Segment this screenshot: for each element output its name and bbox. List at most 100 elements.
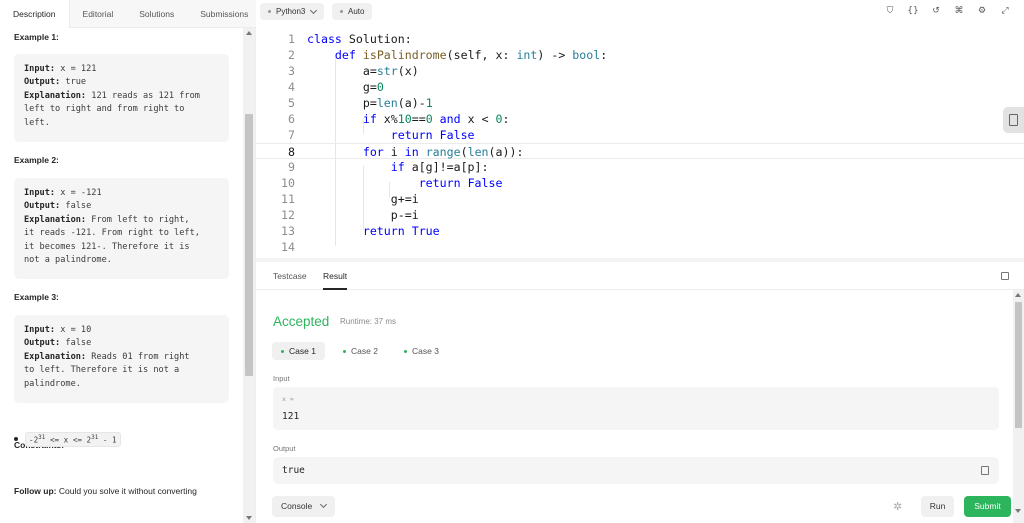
code-text[interactable]: return False (307, 127, 475, 143)
tab-description[interactable]: Description (0, 0, 70, 28)
code-text[interactable]: class Solution: (307, 31, 412, 47)
result-tabs: Testcase Result (256, 262, 1024, 290)
auto-mode-toggle[interactable]: Auto (332, 3, 373, 20)
run-button[interactable]: Run (921, 496, 954, 517)
code-line[interactable]: 2 def isPalindrome(self, x: int) -> bool… (256, 47, 1024, 63)
code-editor[interactable]: 1 class Solution: 2 def isPalindrome(self,… (256, 30, 1024, 258)
leetcode-workspace: Description Editorial Solutions Submissi… (0, 0, 1024, 523)
submit-button[interactable]: Submit (964, 496, 1011, 517)
tab-testcase[interactable]: Testcase (273, 262, 307, 290)
example-input: x = -121 (55, 188, 102, 198)
description-scrollbar[interactable] (243, 28, 255, 523)
code-text[interactable]: def isPalindrome(self, x: int) -> bool: (307, 47, 607, 63)
pass-dot-icon (404, 349, 407, 353)
expand-icon[interactable]: ⤢ (998, 4, 1012, 18)
braces-icon[interactable]: {} (906, 4, 920, 18)
tab-submissions[interactable]: Submissions (187, 0, 261, 28)
explanation-line: left to right and from right to (24, 104, 185, 115)
code-line[interactable]: 4 g=0 (256, 79, 1024, 95)
mode-label: Auto (348, 7, 365, 16)
code-line[interactable]: 5 p=len(a)-1 (256, 95, 1024, 111)
scroll-down-arrow-icon[interactable] (246, 516, 252, 520)
scroll-up-arrow-icon[interactable] (246, 31, 252, 35)
status-accepted: Accepted (273, 314, 330, 329)
code-line[interactable]: 13 return True (256, 223, 1024, 239)
line-number: 6 (288, 112, 295, 126)
settings-icon[interactable]: ⚙ (975, 4, 989, 18)
case-2-tab[interactable]: Case 2 (334, 342, 387, 360)
notes-side-button[interactable] (1003, 107, 1024, 133)
copy-icon[interactable] (981, 466, 989, 475)
bookmark-icon[interactable]: ⛉ (883, 4, 897, 18)
scrollbar-thumb[interactable] (245, 114, 253, 376)
example-input: x = 121 (55, 64, 97, 74)
code-line[interactable]: 12 p-=i (256, 207, 1024, 223)
scroll-down-arrow-icon[interactable] (1015, 509, 1021, 513)
input-value: 121 (282, 411, 300, 422)
code-text[interactable]: p=len(a)-1 (307, 95, 433, 111)
description-panel: Description Editorial Solutions Submissi… (0, 0, 256, 523)
code-line[interactable]: 11 g+=i (256, 191, 1024, 207)
explanation-line: left. (24, 117, 50, 128)
language-label: Python3 (276, 7, 306, 16)
line-number: 8 (288, 145, 295, 159)
input-label: Input: (24, 64, 56, 74)
case-3-tab[interactable]: Case 3 (395, 342, 448, 360)
code-text[interactable]: return True (307, 223, 440, 239)
reset-icon[interactable]: ↺ (929, 4, 943, 18)
bullet-icon (14, 437, 18, 442)
code-line[interactable]: 9 if a[g]!=a[p]: (256, 159, 1024, 175)
line-number: 4 (288, 80, 295, 94)
line-number: 3 (288, 64, 295, 78)
example-1-box: Input: x = 121 Output: true Explanation:… (14, 54, 229, 142)
code-text[interactable]: g+=i (307, 191, 419, 207)
example-output: false (60, 338, 92, 349)
tab-result[interactable]: Result (323, 262, 348, 290)
output-label: Output (273, 444, 296, 453)
code-text[interactable]: g=0 (307, 79, 384, 95)
scroll-up-arrow-icon[interactable] (1015, 293, 1021, 297)
code-line[interactable]: 14 (256, 239, 1024, 255)
chevron-down-icon (310, 6, 318, 14)
case-1-tab[interactable]: Case 1 (272, 342, 325, 360)
line-number: 10 (281, 176, 295, 190)
code-text[interactable]: if x%10==0 and x < 0: (307, 111, 510, 127)
code-text[interactable]: for i in range(len(a)): (307, 144, 524, 160)
example-3-box: Input: x = 10 Output: false Explanation:… (14, 315, 229, 403)
console-button[interactable]: Console (272, 496, 335, 517)
collapse-panel-icon[interactable] (1001, 272, 1009, 280)
console-label: Console (281, 501, 313, 511)
language-select[interactable]: Python3 (260, 3, 325, 20)
input-label: Input: (24, 188, 56, 198)
constraint-part: -2 (29, 435, 39, 445)
debug-icon[interactable]: ✲ (893, 500, 902, 513)
tab-editorial[interactable]: Editorial (70, 0, 127, 28)
line-number: 14 (281, 240, 295, 254)
code-line[interactable]: 10 return False (256, 175, 1024, 191)
example-3-title: Example 3: (14, 292, 59, 302)
constraint-item: -231 <= x <= 231 - 1 (14, 432, 121, 447)
code-line[interactable]: 3 a=str(x) (256, 63, 1024, 79)
code-text[interactable]: p-=i (307, 207, 419, 223)
line-number: 2 (288, 48, 295, 62)
output-value: true (282, 465, 305, 476)
line-number: 11 (281, 192, 295, 206)
description-tabs: Description Editorial Solutions Submissi… (0, 0, 256, 28)
tab-solutions[interactable]: Solutions (126, 0, 187, 28)
code-line[interactable]: 1 class Solution: (256, 31, 1024, 47)
output-label: Output: (24, 338, 61, 349)
explanation-line: From left to right, (86, 214, 190, 225)
code-line[interactable]: 8 for i in range(len(a)): (256, 143, 1024, 159)
scrollbar-thumb[interactable] (1015, 302, 1022, 428)
code-text[interactable]: a=str(x) (307, 63, 419, 79)
editor-toolbar: ⛉ {} ↺ ⌘ ⚙ ⤢ (883, 4, 1012, 18)
code-line[interactable]: 7 return False (256, 127, 1024, 143)
example-1-title: Example 1: (14, 32, 59, 42)
code-line[interactable]: 6 if x%10==0 and x < 0: (256, 111, 1024, 127)
command-icon[interactable]: ⌘ (952, 4, 966, 18)
code-text[interactable]: return False (307, 175, 503, 191)
code-text[interactable]: if a[g]!=a[p]: (307, 159, 489, 175)
explanation-line: 121 reads as 121 from (86, 90, 200, 101)
result-scrollbar[interactable] (1013, 290, 1024, 523)
input-label: Input (273, 374, 290, 383)
